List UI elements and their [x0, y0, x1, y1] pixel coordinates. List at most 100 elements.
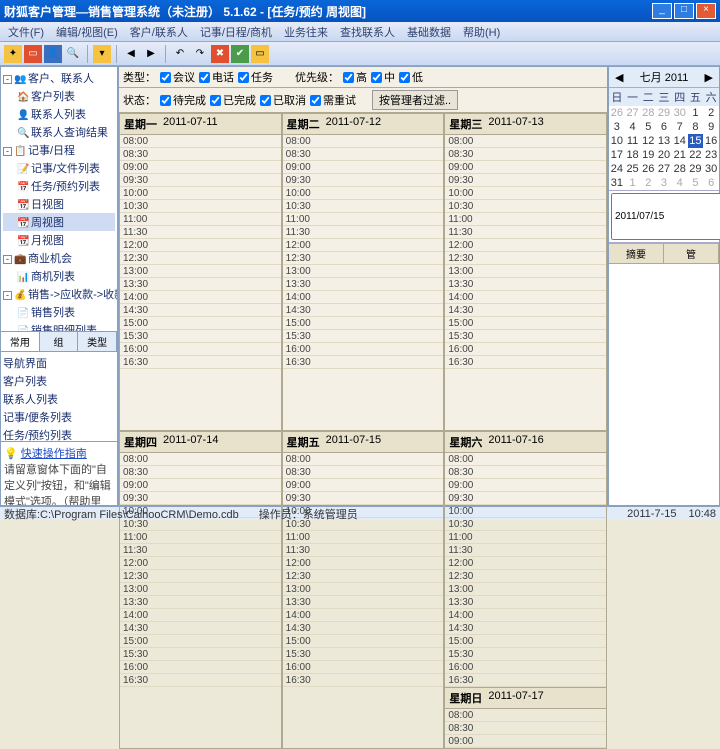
chk-cancel[interactable]: 已取消: [260, 92, 306, 108]
menu-item[interactable]: 文件(F): [2, 22, 50, 42]
maximize-button[interactable]: □: [674, 3, 694, 19]
time-slot[interactable]: 10:00: [445, 505, 606, 518]
calendar-day[interactable]: 27: [656, 162, 672, 176]
time-slot[interactable]: 14:00: [283, 609, 444, 622]
time-slot[interactable]: 08:00: [120, 135, 281, 148]
sidebar-tab[interactable]: 组: [40, 332, 79, 351]
nav-shortcut[interactable]: 客户列表: [3, 372, 115, 390]
time-slot[interactable]: 11:30: [283, 226, 444, 239]
calendar-day[interactable]: 28: [640, 106, 656, 120]
nav-shortcut[interactable]: 联系人列表: [3, 390, 115, 408]
time-slot[interactable]: 08:00: [120, 453, 281, 466]
calendar-day[interactable]: 23: [703, 148, 719, 162]
calendar-day[interactable]: 15: [688, 134, 704, 148]
time-slot[interactable]: 16:30: [283, 674, 444, 687]
time-slot[interactable]: 13:30: [283, 278, 444, 291]
tree-node[interactable]: 📆日视图: [3, 195, 115, 213]
time-slot[interactable]: 14:30: [445, 304, 606, 317]
sidebar-tab[interactable]: 类型: [78, 332, 117, 351]
tree-node[interactable]: 🏠客户列表: [3, 87, 115, 105]
calendar-day[interactable]: 26: [640, 162, 656, 176]
time-slot[interactable]: 11:30: [120, 226, 281, 239]
tree-node[interactable]: 🔍联系人查询结果: [3, 123, 115, 141]
time-slot[interactable]: 10:30: [120, 200, 281, 213]
time-slot[interactable]: 10:30: [283, 200, 444, 213]
calendar-day[interactable]: 2: [703, 106, 719, 120]
calendar-day[interactable]: 30: [703, 162, 719, 176]
time-slot[interactable]: 13:00: [445, 265, 606, 278]
time-slot[interactable]: 09:30: [120, 492, 281, 505]
sidebar-tab[interactable]: 常用: [1, 332, 40, 351]
time-slot[interactable]: 14:30: [120, 304, 281, 317]
toolbar-card-icon[interactable]: ▭: [24, 45, 42, 63]
calendar-day[interactable]: 9: [703, 120, 719, 134]
calendar-day[interactable]: 16: [703, 134, 719, 148]
calendar-day[interactable]: 10: [609, 134, 625, 148]
time-slot[interactable]: 11:00: [445, 531, 606, 544]
menu-item[interactable]: 帮助(H): [457, 22, 506, 42]
time-slot[interactable]: 15:00: [120, 635, 281, 648]
time-slot[interactable]: 14:00: [120, 291, 281, 304]
calendar-day[interactable]: 12: [640, 134, 656, 148]
calendar-day[interactable]: 3: [656, 176, 672, 190]
time-slot[interactable]: 11:30: [283, 544, 444, 557]
calendar-day[interactable]: 3: [609, 120, 625, 134]
calendar-day[interactable]: 13: [656, 134, 672, 148]
tree-node[interactable]: 📆月视图: [3, 231, 115, 249]
calendar-day[interactable]: 14: [672, 134, 688, 148]
calendar-day[interactable]: 18: [625, 148, 641, 162]
cal-prev-icon[interactable]: ◀: [611, 71, 627, 84]
menu-item[interactable]: 查找联系人: [334, 22, 401, 42]
calendar-day[interactable]: 7: [672, 120, 688, 134]
time-slot[interactable]: 14:00: [283, 291, 444, 304]
time-slot[interactable]: 16:00: [120, 343, 281, 356]
tree-node[interactable]: 📄销售明细列表: [3, 321, 115, 331]
toolbar-confirm-icon[interactable]: ✔: [231, 45, 249, 63]
chk-high[interactable]: 高: [343, 69, 367, 85]
time-slot[interactable]: 14:30: [283, 622, 444, 635]
calendar-day[interactable]: 1: [688, 106, 704, 120]
time-slot[interactable]: 08:30: [445, 722, 606, 735]
time-slot[interactable]: 16:00: [283, 343, 444, 356]
toolbar-undo-icon[interactable]: ↶: [171, 45, 189, 63]
time-slot[interactable]: 15:30: [283, 648, 444, 661]
toolbar-new-icon[interactable]: ✦: [4, 45, 22, 63]
nav-tree[interactable]: -👥客户、联系人🏠客户列表👤联系人列表🔍联系人查询结果-📋记事/日程📝记事/文件…: [1, 67, 117, 331]
calendar-day[interactable]: 30: [672, 106, 688, 120]
time-slot[interactable]: 12:00: [445, 557, 606, 570]
time-slot[interactable]: 15:30: [120, 648, 281, 661]
tree-node[interactable]: 📆周视图: [3, 213, 115, 231]
time-slot[interactable]: 15:00: [445, 317, 606, 330]
minimize-button[interactable]: _: [652, 3, 672, 19]
menu-item[interactable]: 基础数据: [401, 22, 457, 42]
time-slot[interactable]: 15:30: [120, 330, 281, 343]
time-slot[interactable]: 13:00: [120, 265, 281, 278]
time-slot[interactable]: 08:30: [445, 148, 606, 161]
calendar-day[interactable]: 21: [672, 148, 688, 162]
summary-col-1[interactable]: 摘要: [609, 244, 664, 263]
day-column[interactable]: 星期三2011-07-1308:0008:3009:0009:3010:0010…: [444, 113, 607, 431]
time-slot[interactable]: 12:30: [445, 570, 606, 583]
time-slot[interactable]: 12:30: [120, 252, 281, 265]
day-column[interactable]: 星期二2011-07-1208:0008:3009:0009:3010:0010…: [282, 113, 445, 431]
time-slot[interactable]: 12:30: [120, 570, 281, 583]
day-column[interactable]: 星期四2011-07-1408:0008:3009:0009:3010:0010…: [119, 431, 282, 749]
menu-item[interactable]: 编辑/视图(E): [50, 22, 124, 42]
time-slot[interactable]: 14:00: [120, 609, 281, 622]
calendar-grid[interactable]: 日一二三四五六262728293012345678910111213141516…: [609, 88, 719, 190]
time-slot[interactable]: 11:00: [283, 213, 444, 226]
time-slot[interactable]: 08:00: [283, 453, 444, 466]
menu-item[interactable]: 业务往来: [278, 22, 334, 42]
chk-retry[interactable]: 需重试: [310, 92, 356, 108]
toolbar-user-icon[interactable]: 👤: [44, 45, 62, 63]
time-slot[interactable]: 14:30: [283, 304, 444, 317]
time-slot[interactable]: 10:30: [445, 518, 606, 531]
time-slot[interactable]: 08:30: [120, 466, 281, 479]
nav-shortcut-list[interactable]: 导航界面客户列表联系人列表记事/便条列表任务/预约列表任务/预约 日视图任务/预…: [1, 351, 117, 441]
time-slot[interactable]: 10:00: [283, 187, 444, 200]
time-slot[interactable]: 15:00: [283, 635, 444, 648]
time-slot[interactable]: 08:30: [445, 466, 606, 479]
time-slot[interactable]: 13:30: [283, 596, 444, 609]
toolbar-redo-icon[interactable]: ↷: [191, 45, 209, 63]
tree-node[interactable]: 📝记事/文件列表: [3, 159, 115, 177]
